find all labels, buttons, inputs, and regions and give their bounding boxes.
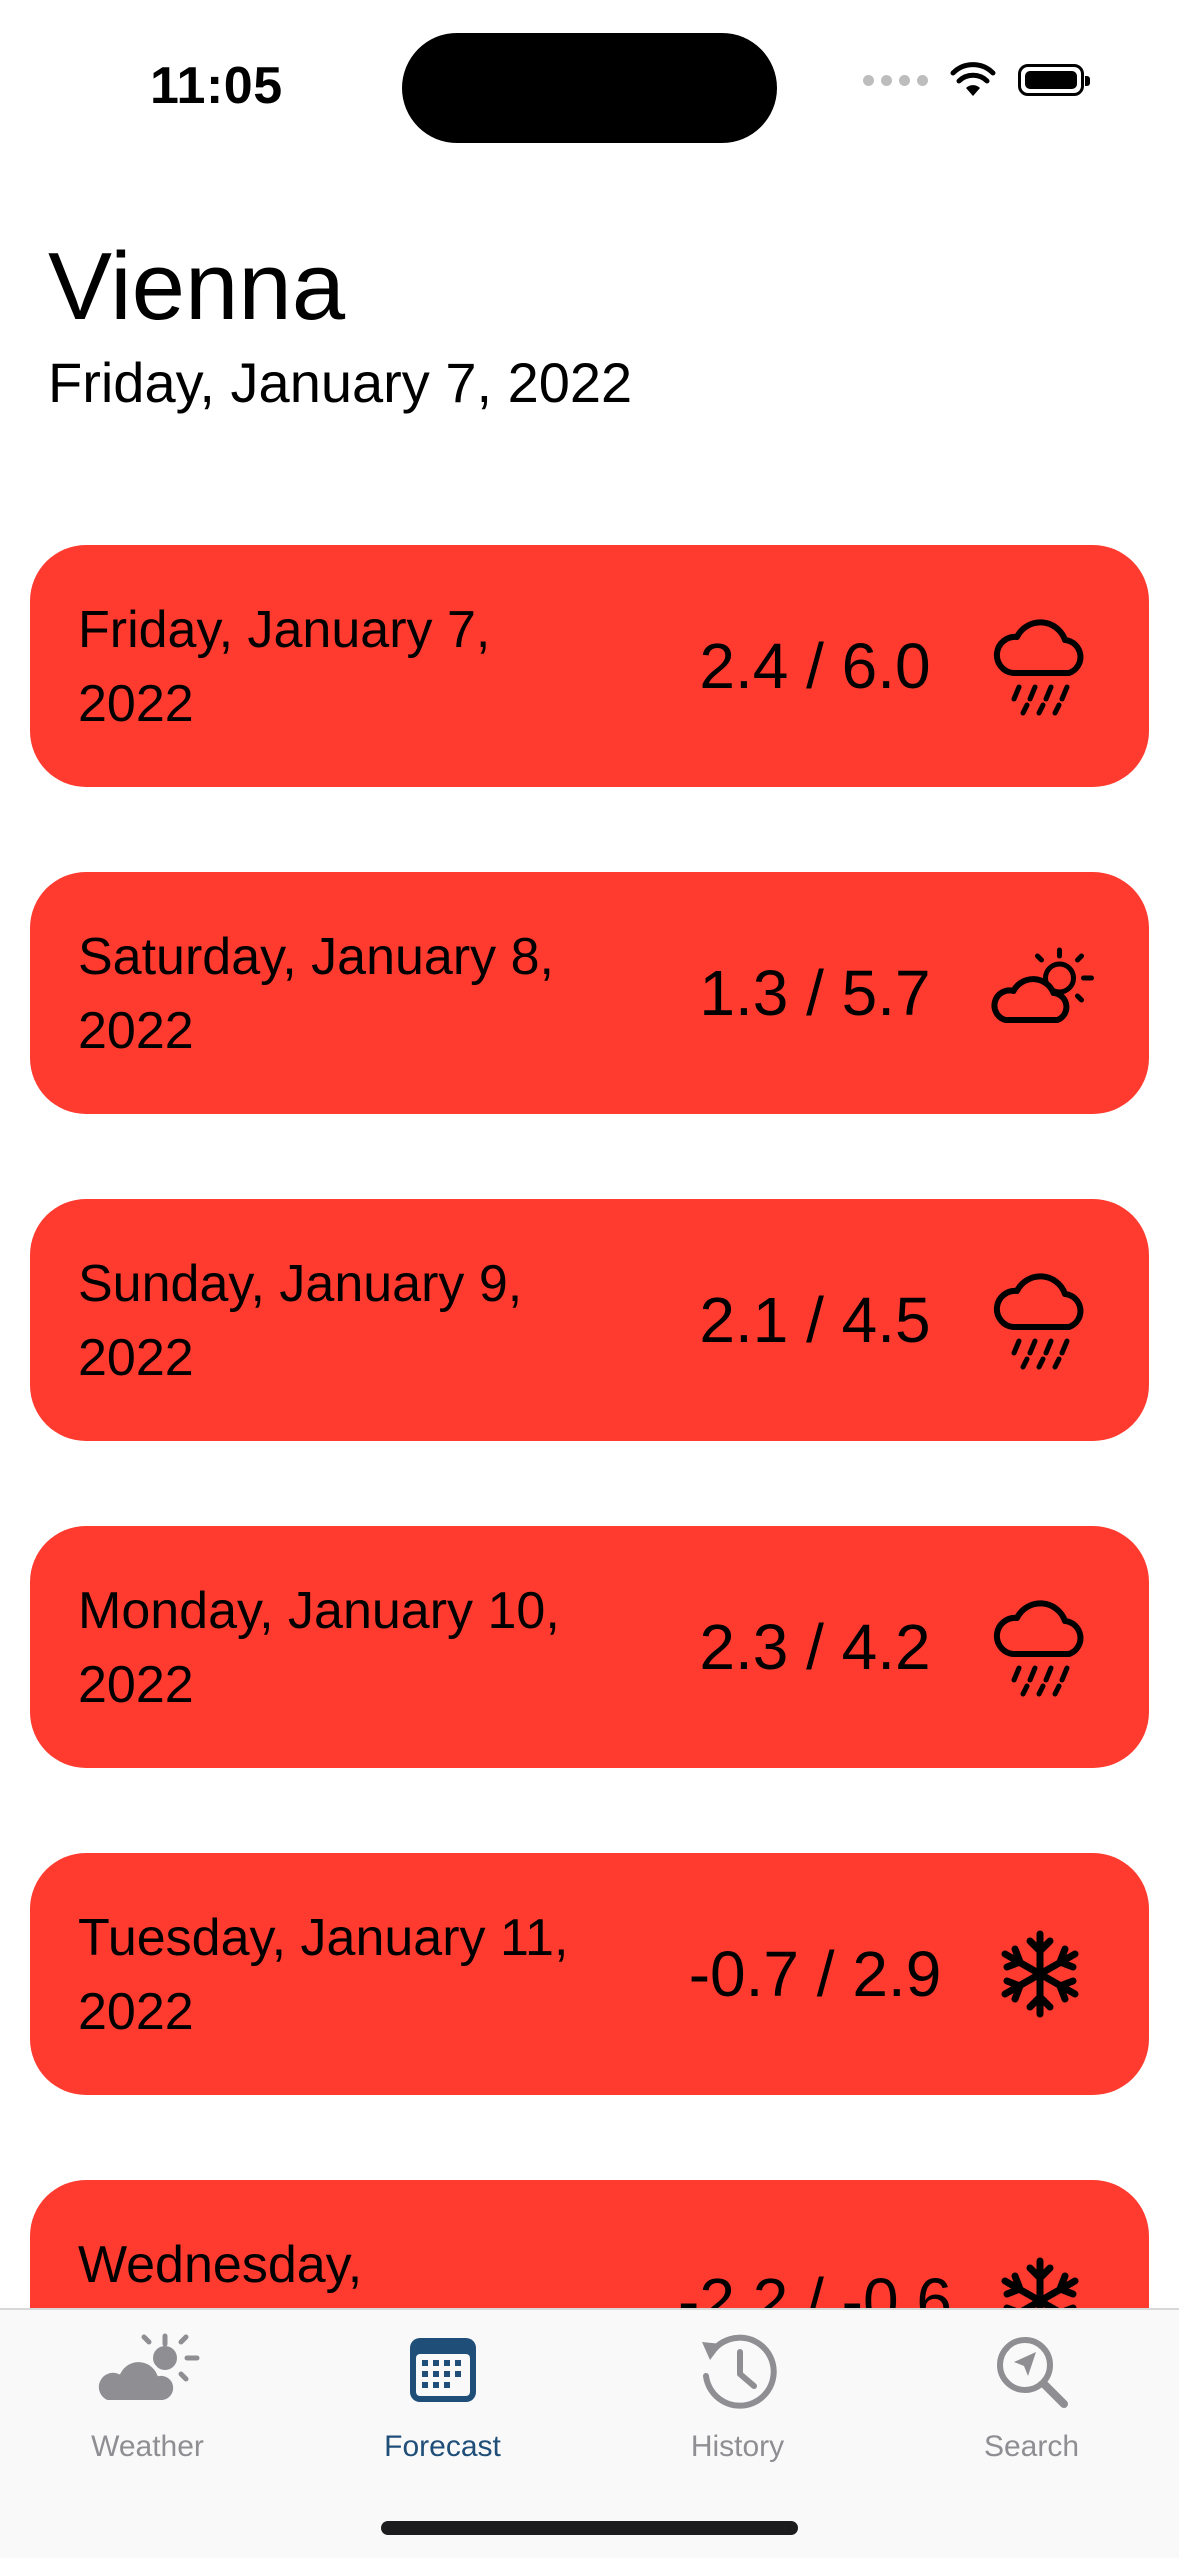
city-name: Vienna [48, 233, 346, 340]
forecast-card[interactable]: Sunday, January 9, 2022 2.1 / 4.5 [30, 1199, 1149, 1441]
forecast-date: Tuesday, January 11, 2022 [78, 1909, 569, 2041]
current-date: Friday, January 7, 2022 [48, 351, 633, 414]
tab-bar: Weather Forecast History Search [0, 2308, 1179, 2558]
forecast-temperature: 1.3 / 5.7 [699, 957, 931, 1029]
tab-history[interactable]: History [590, 2310, 885, 2510]
forecast-card[interactable]: Friday, January 7, 2022 2.4 / 6.0 [30, 545, 1149, 787]
forecast-date: Friday, January 7, 2022 [78, 601, 491, 733]
status-indicators [863, 62, 1090, 98]
forecast-card[interactable]: Saturday, January 8, 2022 1.3 / 5.7 [30, 872, 1149, 1114]
forecast-date: Sunday, January 9, 2022 [78, 1255, 523, 1387]
tab-search[interactable]: Search [884, 2310, 1179, 2510]
forecast-temperature: 2.4 / 6.0 [699, 630, 931, 702]
battery-icon [1018, 64, 1090, 96]
forecast-card[interactable]: Monday, January 10, 2022 2.3 / 4.2 [30, 1526, 1149, 1768]
forecast-temperature: -0.7 / 2.9 [688, 1938, 942, 2010]
forecast-date: Wednesday, [78, 2236, 363, 2294]
weather-icon [94, 2333, 199, 2404]
snowflake-icon [1001, 2257, 1079, 2308]
search-icon [996, 2337, 1068, 2408]
history-icon [701, 2334, 777, 2409]
dynamic-island [402, 33, 777, 143]
tab-label: History [690, 2430, 785, 2463]
tab-label: Weather [91, 2430, 204, 2463]
tab-label: Search [983, 2430, 1080, 2463]
forecast-date: Saturday, January 8, 2022 [78, 928, 554, 1060]
tab-label: Forecast [384, 2430, 501, 2463]
tab-forecast[interactable]: Forecast [295, 2310, 590, 2510]
forecast-card[interactable]: Tuesday, January 11, 2022 -0.7 / 2.9 [30, 1853, 1149, 2095]
status-time: 11:05 [150, 57, 283, 115]
forecast-date: Monday, January 10, 2022 [78, 1582, 560, 1714]
forecast-card[interactable]: Wednesday, -2.2 / -0.6 [30, 2180, 1149, 2308]
forecast-temperature: 2.1 / 4.5 [699, 1284, 931, 1356]
wifi-icon [950, 62, 996, 96]
partly-sunny-icon [991, 947, 1094, 1023]
forecast-temperature: 2.3 / 4.2 [699, 1611, 931, 1683]
forecast-temperature: -2.2 / -0.6 [678, 2265, 952, 2308]
cellular-signal-icon [863, 74, 928, 86]
snowflake-icon [1001, 1930, 1079, 2018]
calendar-icon [409, 2338, 476, 2402]
rain-icon [993, 1273, 1084, 1370]
rain-icon [993, 1600, 1084, 1697]
tab-weather[interactable]: Weather [0, 2310, 295, 2510]
rain-icon [993, 619, 1084, 716]
forecast-list[interactable]: Friday, January 7, 2022 2.4 / 6.0 Saturd… [30, 545, 1149, 2308]
home-indicator[interactable] [381, 2521, 798, 2535]
